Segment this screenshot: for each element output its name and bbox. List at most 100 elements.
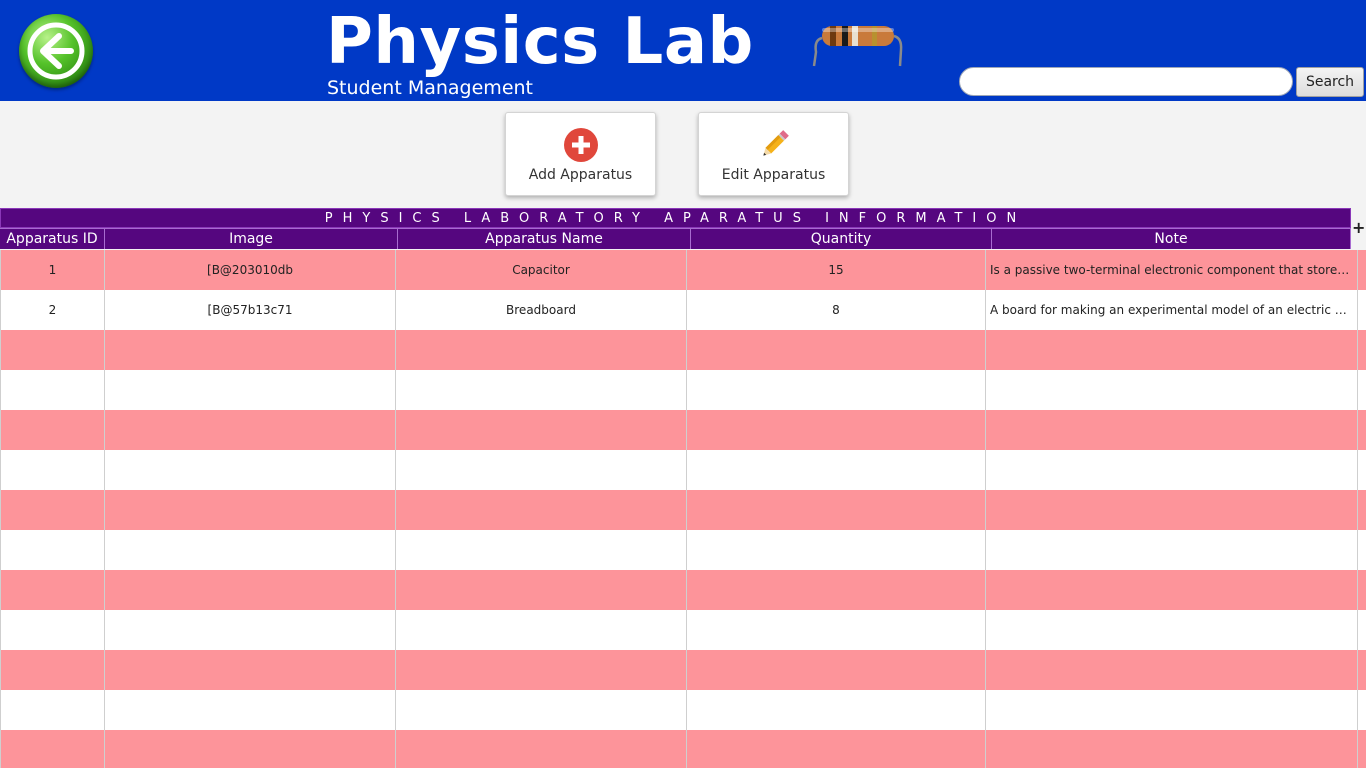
table-cell [105,570,396,610]
table-cell [986,570,1358,610]
table-cell [0,690,105,730]
table-row[interactable] [0,410,1366,450]
table-cell [105,610,396,650]
cell-image: [B@203010db [105,250,396,290]
table-cell [687,370,986,410]
table-cell [0,450,105,490]
table-cell [396,490,687,530]
table-row[interactable]: 1 [B@203010db Capacitor 15 Is a passive … [0,250,1366,290]
pencil-icon [763,130,789,156]
table-row[interactable] [0,450,1366,490]
table-cell [986,490,1358,530]
table-cell [687,410,986,450]
back-arrow-icon [27,22,85,80]
table-banner: PHYSICS LABORATORY APARATUS INFORMATION [0,208,1351,228]
column-header-quantity[interactable]: Quantity [691,228,992,249]
table-row[interactable] [0,610,1366,650]
table-cell [0,730,105,768]
table-cell [687,570,986,610]
table-row[interactable] [0,730,1366,768]
page-title: Physics Lab [326,5,754,79]
table-cell [687,610,986,650]
table-cell [0,610,105,650]
table-cell [0,410,105,450]
table-cell [986,410,1358,450]
cell-apparatus-name: Breadboard [396,290,687,330]
resistor-icon [812,26,903,67]
cell-quantity: 15 [687,250,986,290]
table-row[interactable] [0,490,1366,530]
table-cell [396,530,687,570]
table-cell [986,610,1358,650]
table-cell [986,370,1358,410]
cell-apparatus-name: Capacitor [396,250,687,290]
table-cell [986,330,1358,370]
table-cell [396,730,687,768]
table-cell [687,530,986,570]
table-cell [986,730,1358,768]
search-input[interactable] [959,67,1293,96]
column-header-apparatus-id[interactable]: Apparatus ID [0,228,105,249]
cell-image: [B@57b13c71 [105,290,396,330]
table-row[interactable] [0,330,1366,370]
page-subtitle: Student Management [327,77,533,99]
table-cell [687,450,986,490]
table-cell [396,610,687,650]
app-header: Physics Lab Student Management Search [0,0,1366,101]
table-cell [0,330,105,370]
table-row[interactable] [0,650,1366,690]
table-cell [105,730,396,768]
table-cell [396,370,687,410]
column-header-apparatus-name[interactable]: Apparatus Name [398,228,691,249]
cell-note: A board for making an experimental model… [986,290,1358,330]
table-cell [396,410,687,450]
cell-note: Is a passive two-terminal electronic com… [986,250,1358,290]
table-cell [0,570,105,610]
edit-apparatus-button[interactable]: Edit Apparatus [698,112,849,196]
table-cell [396,690,687,730]
table-cell [105,490,396,530]
table-header: Apparatus ID Image Apparatus Name Quanti… [0,228,1351,249]
table-cell [0,370,105,410]
table-cell [0,650,105,690]
table-cell [687,730,986,768]
table-cell [105,410,396,450]
table-cell [396,650,687,690]
table-body: 1 [B@203010db Capacitor 15 Is a passive … [0,250,1366,768]
add-column-icon[interactable]: + [1352,220,1365,236]
cell-apparatus-id: 1 [0,250,105,290]
table-row[interactable]: 2 [B@57b13c71 Breadboard 8 A board for m… [0,290,1366,330]
add-apparatus-button[interactable]: Add Apparatus [505,112,656,196]
cell-quantity: 8 [687,290,986,330]
column-header-note[interactable]: Note [992,228,1351,249]
search-button[interactable]: Search [1296,67,1364,97]
table-cell [986,450,1358,490]
table-cell [105,650,396,690]
column-header-image[interactable]: Image [105,228,398,249]
edit-apparatus-label: Edit Apparatus [721,167,826,183]
table-cell [986,690,1358,730]
table-cell [396,450,687,490]
table-cell [105,450,396,490]
table-row[interactable] [0,570,1366,610]
table-row[interactable] [0,530,1366,570]
table-cell [687,490,986,530]
back-button[interactable] [19,14,93,88]
table-row[interactable] [0,690,1366,730]
table-cell [396,570,687,610]
table-cell [687,690,986,730]
table-cell [0,490,105,530]
table-cell [986,650,1358,690]
cell-apparatus-id: 2 [0,290,105,330]
table-cell [105,330,396,370]
table-cell [687,650,986,690]
table-cell [986,530,1358,570]
table-cell [0,530,105,570]
table-row[interactable] [0,370,1366,410]
table-cell [396,330,687,370]
plus-circle-icon [564,128,598,162]
apparatus-table: PHYSICS LABORATORY APARATUS INFORMATION … [0,208,1366,768]
table-cell [105,690,396,730]
table-cell [105,530,396,570]
table-cell [687,330,986,370]
